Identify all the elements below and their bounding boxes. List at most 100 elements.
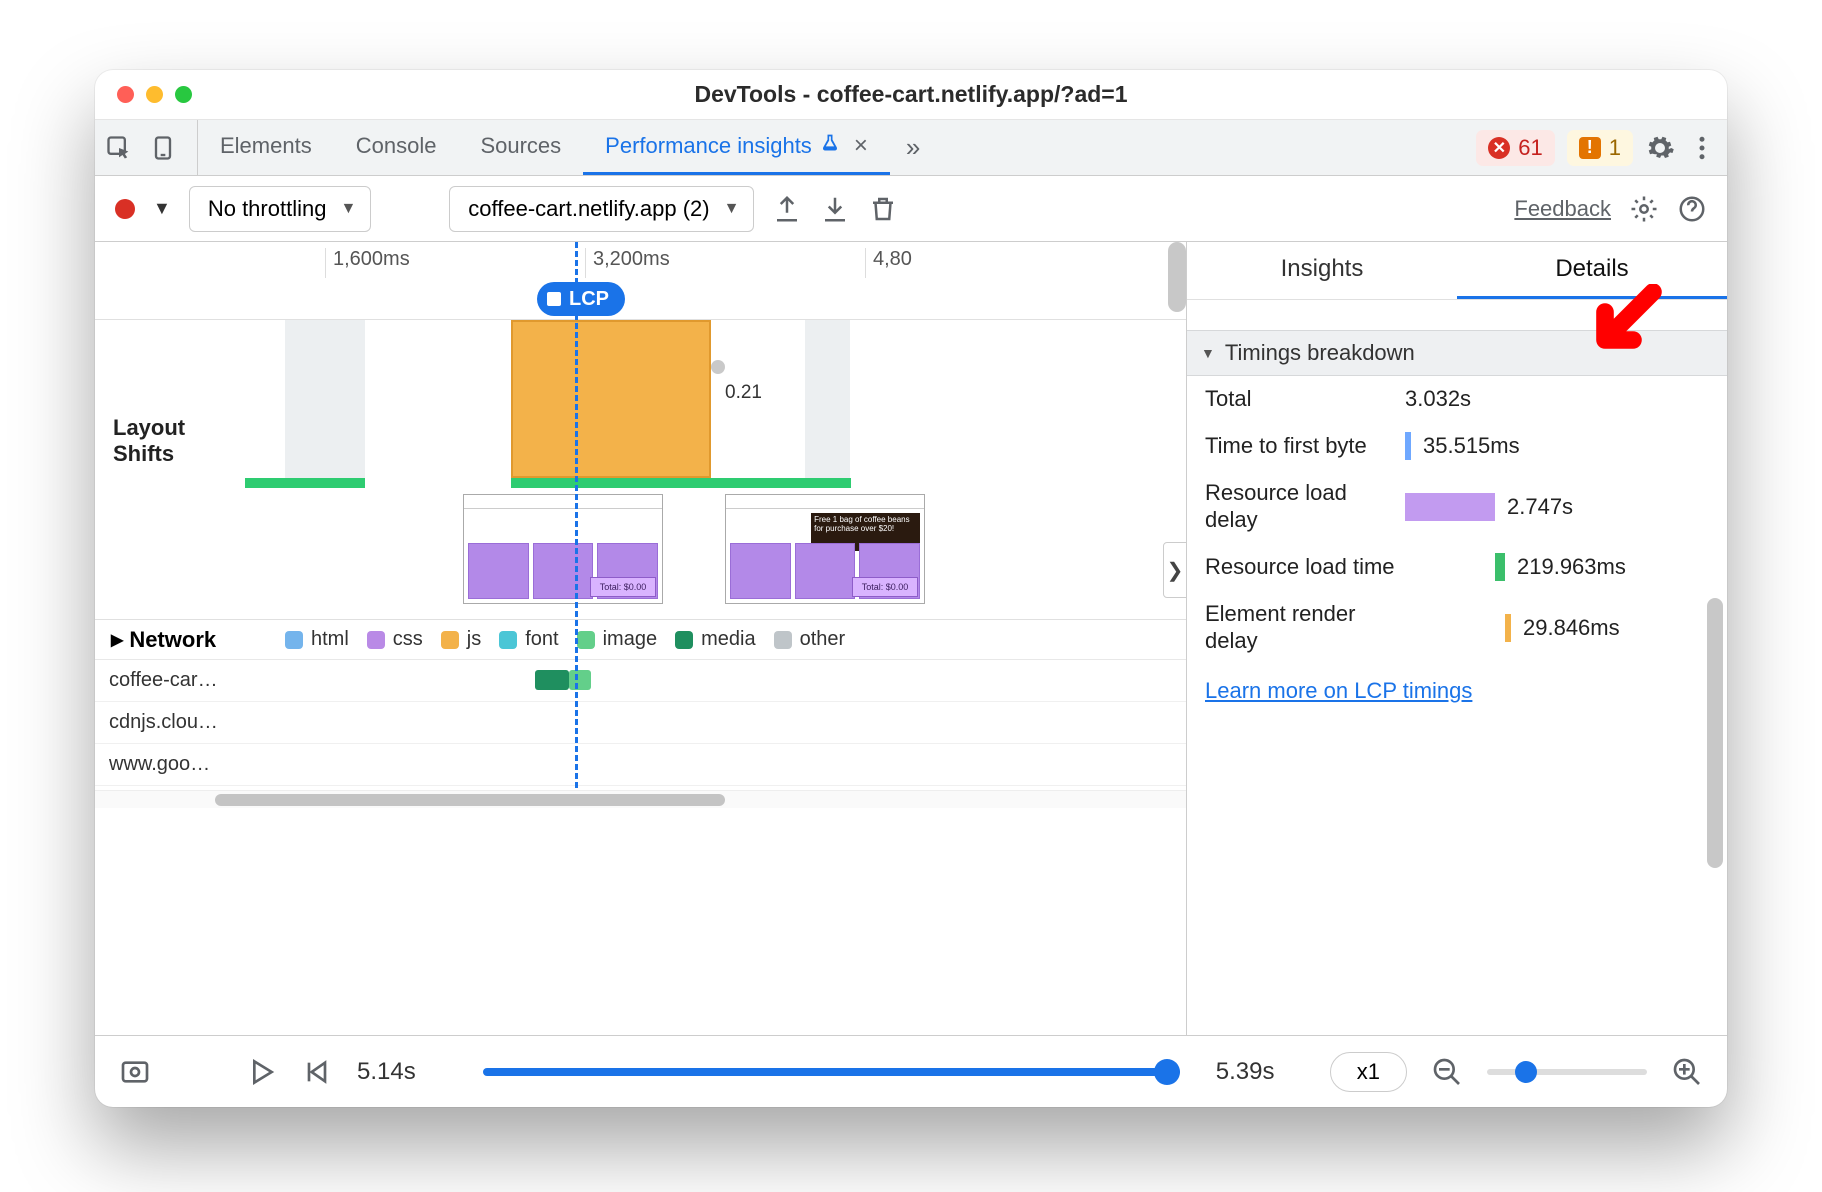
details-vscrollbar[interactable]: [1707, 598, 1723, 868]
settings-icon[interactable]: [1645, 133, 1675, 163]
throttling-select[interactable]: No throttling ▼: [189, 186, 371, 232]
window-title: DevTools - coffee-cart.netlify.app/?ad=1: [95, 81, 1727, 108]
network-row[interactable]: coffee-car…: [95, 660, 1186, 702]
zoom-slider[interactable]: [1487, 1069, 1647, 1075]
cls-value: 0.21: [725, 382, 762, 404]
legend-css-swatch: [367, 631, 385, 649]
ruler-tick-1: 3,200ms: [593, 248, 670, 271]
seek-knob[interactable]: [1154, 1059, 1180, 1085]
network-row[interactable]: cdnjs.clou…: [95, 702, 1186, 744]
current-time: 5.14s: [357, 1058, 447, 1086]
disclosure-triangle-icon: ▼: [1201, 345, 1215, 361]
network-list: coffee-car… cdnjs.clou… www.goo…: [95, 660, 1186, 790]
import-icon[interactable]: [820, 194, 850, 224]
device-toolbar-icon[interactable]: [149, 134, 177, 162]
timeline-pane: 1,600ms 3,200ms 4,80 LCP Layout Shifts: [95, 242, 1187, 1035]
help-icon[interactable]: [1677, 194, 1707, 224]
network-row-header: ▶ Network html css js font image media o…: [95, 620, 1186, 660]
delete-icon[interactable]: [868, 194, 898, 224]
details-pane: Insights Details ▼ Timings breakdown Tot…: [1187, 242, 1727, 1035]
rld-bar: [1405, 493, 1495, 521]
tab-insights[interactable]: Insights: [1187, 242, 1457, 299]
legend-other-swatch: [774, 631, 792, 649]
kebab-menu-icon[interactable]: [1687, 133, 1717, 163]
zoom-knob[interactable]: [1515, 1061, 1537, 1083]
zoom-window-button[interactable]: [175, 86, 192, 103]
close-window-button[interactable]: [117, 86, 134, 103]
legend-js-swatch: [441, 631, 459, 649]
cls-marker-dot: [711, 360, 725, 374]
learn-more-row: Learn more on LCP timings: [1187, 664, 1727, 718]
timing-ttfb: Time to first byte 35.515ms: [1187, 422, 1727, 470]
timing-resource-load-delay: Resource load delay 2.747s: [1187, 470, 1727, 543]
total-time: 5.39s: [1216, 1058, 1306, 1086]
record-menu-caret-icon[interactable]: ▼: [153, 198, 171, 219]
devtools-window: DevTools - coffee-cart.netlify.app/?ad=1…: [95, 70, 1727, 1107]
filmstrip-frame-1[interactable]: Total: $0.00: [463, 494, 663, 604]
target-select[interactable]: coffee-cart.netlify.app (2) ▼: [449, 186, 754, 232]
layout-shifts-row: Layout Shifts 0.21 Total: $0.00: [95, 320, 1186, 620]
preview-toggle-icon[interactable]: [119, 1056, 151, 1088]
timing-element-render-delay: Element render delay 29.846ms: [1187, 591, 1727, 664]
legend-image-swatch: [577, 631, 595, 649]
legend-media-swatch: [675, 631, 693, 649]
lcp-badge[interactable]: LCP: [537, 282, 625, 316]
errors-badge[interactable]: ✕ 61: [1476, 130, 1554, 166]
more-tabs-button[interactable]: »: [890, 132, 936, 163]
tab-console[interactable]: Console: [334, 120, 459, 175]
expand-sidebar-button[interactable]: ❯: [1163, 542, 1187, 598]
panel-settings-icon[interactable]: [1629, 194, 1659, 224]
seek-slider[interactable]: [483, 1068, 1180, 1076]
skip-start-icon[interactable]: [301, 1056, 333, 1088]
timing-resource-load-time: Resource load time 219.963ms: [1187, 543, 1727, 591]
tab-sources[interactable]: Sources: [458, 120, 583, 175]
export-icon[interactable]: [772, 194, 802, 224]
cls-block[interactable]: [511, 320, 711, 478]
chevron-down-icon: ▼: [340, 200, 356, 218]
rlt-bar: [1495, 553, 1505, 581]
legend-html-swatch: [285, 631, 303, 649]
erd-bar: [1505, 614, 1511, 642]
time-ruler[interactable]: 1,600ms 3,200ms 4,80 LCP: [95, 242, 1186, 320]
warning-icon: !: [1579, 137, 1601, 159]
ttfb-bar: [1405, 432, 1411, 460]
annotation-arrow-icon: [1589, 284, 1669, 364]
warnings-badge[interactable]: ! 1: [1567, 130, 1633, 166]
errors-count: 61: [1518, 135, 1542, 161]
learn-more-link[interactable]: Learn more on LCP timings: [1205, 678, 1472, 703]
feedback-link[interactable]: Feedback: [1514, 196, 1611, 222]
playback-bar: 5.14s 5.39s x1: [95, 1035, 1727, 1107]
record-button[interactable]: [115, 199, 135, 219]
legend-font-swatch: [499, 631, 517, 649]
throttling-value: No throttling: [208, 196, 327, 222]
network-legend: html css js font image media other: [285, 628, 845, 651]
ruler-tick-2: 4,80: [873, 248, 912, 271]
inspect-element-icon[interactable]: [105, 134, 133, 162]
total-button-thumb: Total: $0.00: [852, 577, 918, 597]
play-icon[interactable]: [245, 1056, 277, 1088]
window-controls: [95, 86, 192, 103]
zoom-in-icon[interactable]: [1671, 1056, 1703, 1088]
main-area: 1,600ms 3,200ms 4,80 LCP Layout Shifts: [95, 242, 1727, 1035]
close-tab-icon[interactable]: ×: [854, 132, 868, 160]
layout-shifts-label: Layout Shifts: [95, 320, 245, 619]
filmstrip-frame-2[interactable]: Free 1 bag of coffee beans for purchase …: [725, 494, 925, 604]
network-row[interactable]: www.goo…: [95, 744, 1186, 786]
speed-select[interactable]: x1: [1330, 1052, 1407, 1092]
flask-icon: [820, 133, 840, 159]
timeline-hscrollbar[interactable]: [95, 790, 1186, 808]
devtools-tabstrip: Elements Console Sources Performance ins…: [95, 120, 1727, 176]
minimize-window-button[interactable]: [146, 86, 163, 103]
timing-total: Total 3.032s: [1187, 376, 1727, 422]
layout-shifts-track[interactable]: 0.21 Total: $0.00: [245, 320, 1186, 619]
tab-performance-insights[interactable]: Performance insights ×: [583, 120, 890, 175]
zoom-out-icon[interactable]: [1431, 1056, 1463, 1088]
titlebar: DevTools - coffee-cart.netlify.app/?ad=1: [95, 70, 1727, 120]
total-button-thumb: Total: $0.00: [590, 577, 656, 597]
target-value: coffee-cart.netlify.app (2): [468, 196, 709, 222]
ruler-tick-0: 1,600ms: [333, 248, 410, 271]
network-label[interactable]: ▶ Network: [95, 627, 285, 653]
chevron-down-icon: ▼: [724, 200, 740, 218]
tab-elements[interactable]: Elements: [198, 120, 334, 175]
warnings-count: 1: [1609, 135, 1621, 161]
